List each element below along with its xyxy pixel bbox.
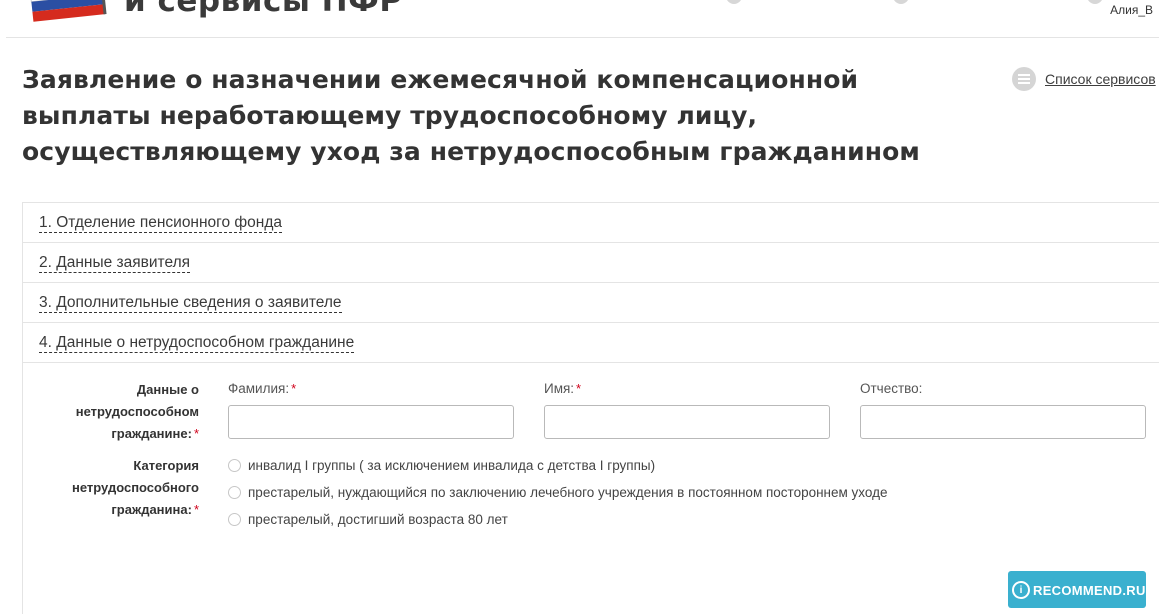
citizen-data-label: Данные о нетрудоспособном гражданине: * <box>75 382 199 441</box>
category-option[interactable]: престарелый, достигший возраста 80 лет <box>228 512 508 527</box>
page-title: Заявление о назначении ежемесячной компе… <box>22 65 920 166</box>
application-form-panel: 1. Отделение пенсионного фонда 2. Данные… <box>22 202 1159 614</box>
watermark-text: RECOMMEND.RU <box>1033 582 1146 598</box>
russian-flag-icon <box>26 0 110 30</box>
watermark: i RECOMMEND.RU <box>1012 581 1146 599</box>
header-icon[interactable] <box>726 0 742 4</box>
site-brand-text: и сервисы ПФР <box>124 0 403 19</box>
required-mark: * <box>193 426 199 441</box>
surname-input[interactable] <box>228 405 514 439</box>
header-icon[interactable] <box>1087 0 1103 4</box>
services-list-link[interactable]: Список сервисов <box>1012 67 1156 91</box>
radio-button[interactable] <box>228 513 241 526</box>
radio-button[interactable] <box>228 486 241 499</box>
citizen-category-label: Категория нетрудоспособного гражданина: * <box>71 458 199 517</box>
section-title[interactable]: 2. Данные заявителя <box>39 254 191 273</box>
section-pension-fund-office[interactable]: 1. Отделение пенсионного фонда <box>23 203 1159 243</box>
user-name[interactable]: Алия_В <box>1110 3 1153 17</box>
watermark-logo-icon: i <box>1012 581 1030 599</box>
section-applicant-additional-info[interactable]: 3. Дополнительные сведения о заявителе <box>23 283 1159 323</box>
section-title[interactable]: 3. Дополнительные сведения о заявителе <box>39 294 342 313</box>
name-label: Имя: * <box>544 381 582 396</box>
category-option[interactable]: престарелый, нуждающийся по заключению л… <box>228 485 888 500</box>
patronymic-label: Отчество: <box>860 381 923 396</box>
category-option[interactable]: инвалид I группы ( за исключением инвали… <box>228 458 655 473</box>
category-option-label[interactable]: престарелый, нуждающийся по заключению л… <box>248 485 888 500</box>
patronymic-input[interactable] <box>860 405 1146 439</box>
section-title[interactable]: 4. Данные о нетрудоспособном гражданине <box>39 334 355 353</box>
section-disabled-citizen-body: Данные о нетрудоспособном гражданине: * Ф… <box>23 363 1159 614</box>
required-mark: * <box>291 381 297 396</box>
section-disabled-citizen-data[interactable]: 4. Данные о нетрудоспособном гражданине <box>23 323 1159 363</box>
section-title[interactable]: 1. Отделение пенсионного фонда <box>39 214 283 233</box>
radio-button[interactable] <box>228 459 241 472</box>
category-option-label[interactable]: инвалид I группы ( за исключением инвали… <box>248 458 655 473</box>
required-mark: * <box>193 502 199 517</box>
header-divider <box>6 37 1159 38</box>
category-option-label[interactable]: престарелый, достигший возраста 80 лет <box>248 512 508 527</box>
site-header: и сервисы ПФР Алия_В <box>0 0 1159 36</box>
header-icon[interactable] <box>893 0 909 4</box>
surname-label: Фамилия: * <box>228 381 297 396</box>
services-list-label[interactable]: Список сервисов <box>1045 71 1156 87</box>
section-applicant-data[interactable]: 2. Данные заявителя <box>23 243 1159 283</box>
list-icon <box>1012 67 1036 91</box>
required-mark: * <box>576 381 582 396</box>
name-input[interactable] <box>544 405 830 439</box>
